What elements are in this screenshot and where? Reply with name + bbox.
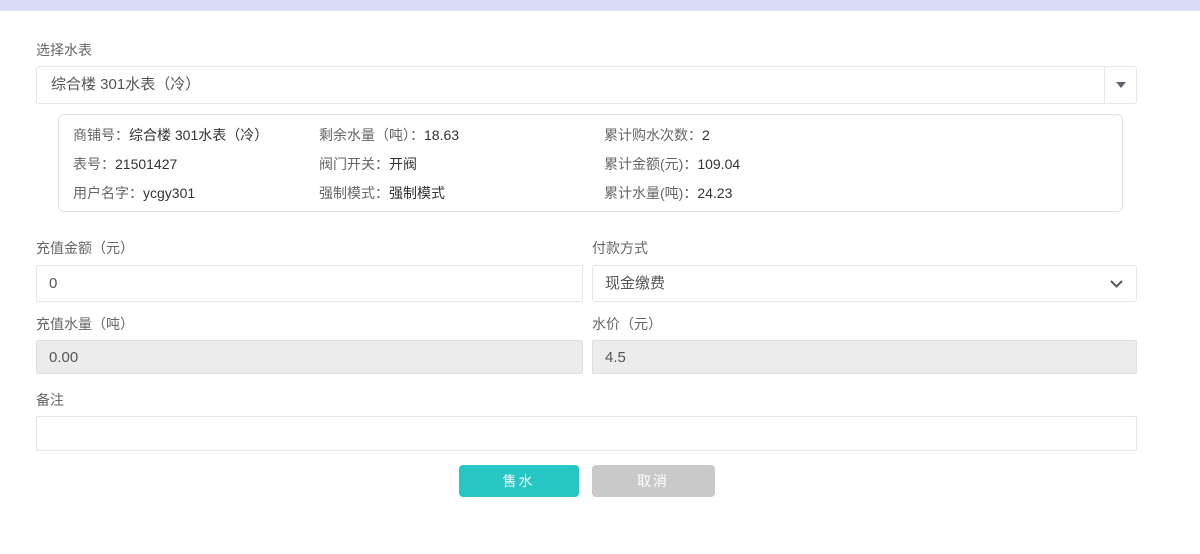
info-total-water: 累计水量(吨)：24.23 bbox=[604, 183, 1122, 203]
info-remaining-water: 剩余水量（吨）：18.63 bbox=[319, 125, 604, 145]
info-user-name: 用户名字：ycgy301 bbox=[73, 183, 319, 203]
info-purchase-count: 累计购水次数：2 bbox=[604, 125, 1122, 145]
info-shop-number: 商铺号：综合楼 301水表（冷） bbox=[73, 125, 319, 145]
chevron-down-icon bbox=[1110, 280, 1123, 289]
sell-water-button[interactable]: 售水 bbox=[459, 465, 579, 497]
caret-down-icon bbox=[1116, 82, 1126, 88]
payment-method-label: 付款方式 bbox=[592, 240, 1137, 256]
info-valve-state: 阀门开关：开阀 bbox=[319, 154, 604, 174]
payment-method-select[interactable]: 现金缴费 bbox=[592, 265, 1137, 302]
info-force-mode: 强制模式：强制模式 bbox=[319, 183, 604, 203]
recharge-volume-label: 充值水量（吨） bbox=[36, 316, 583, 332]
recharge-amount-input[interactable] bbox=[36, 265, 583, 302]
remark-input[interactable] bbox=[36, 416, 1137, 451]
info-total-amount: 累计金额(元)：109.04 bbox=[604, 154, 1122, 174]
recharge-volume-input bbox=[36, 340, 583, 374]
payment-method-value: 现金缴费 bbox=[605, 275, 665, 292]
water-price-label: 水价（元） bbox=[592, 316, 1137, 332]
meter-select-toggle[interactable] bbox=[1104, 66, 1137, 104]
recharge-amount-label: 充值金额（元） bbox=[36, 240, 583, 256]
water-price-input bbox=[592, 340, 1137, 374]
remark-label: 备注 bbox=[36, 392, 1137, 408]
meter-info-panel: 商铺号：综合楼 301水表（冷） 剩余水量（吨）：18.63 累计购水次数：2 … bbox=[58, 114, 1123, 212]
info-meter-number: 表号：21501427 bbox=[73, 154, 319, 174]
meter-select-value[interactable]: 综合楼 301水表（冷） bbox=[36, 66, 1105, 104]
meter-select-label: 选择水表 bbox=[36, 42, 1137, 58]
meter-select[interactable]: 综合楼 301水表（冷） bbox=[36, 66, 1137, 104]
top-accent-bar bbox=[0, 0, 1200, 11]
sell-water-form: 选择水表 综合楼 301水表（冷） 商铺号：综合楼 301水表（冷） 剩余水量（… bbox=[36, 42, 1137, 497]
cancel-button[interactable]: 取消 bbox=[592, 465, 715, 497]
